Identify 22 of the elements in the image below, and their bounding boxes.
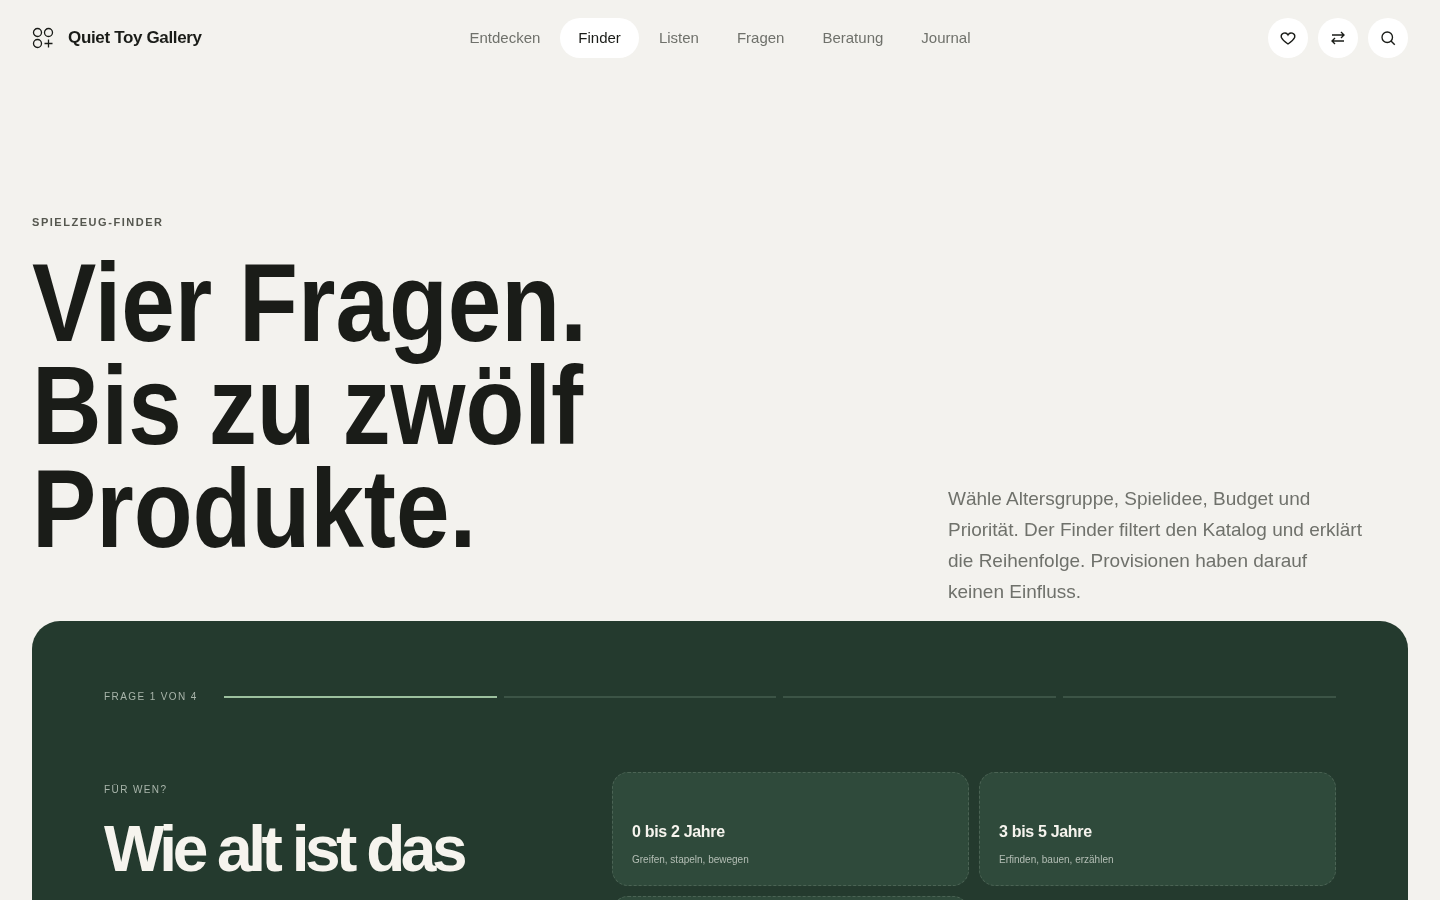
search-button[interactable] [1368, 18, 1408, 58]
section-eyebrow: SPIELZEUG-FINDER [32, 215, 165, 230]
intro-paragraph: Wähle Altersgruppe, Spielidee, Budget und Priorität. Der Finder filtert den Katalog und erklärt die Reihenfolge. Provisionen haben darauf keinen Einfluss. [948, 487, 1363, 604]
search-icon [1379, 29, 1397, 47]
compare-button[interactable] [1318, 18, 1358, 58]
logo-icon [32, 27, 54, 49]
question-title: Wie alt ist das [104, 819, 465, 879]
nav-link[interactable]: Entdecken [451, 17, 559, 59]
swap-arrows-icon [1329, 29, 1347, 47]
favorites-button[interactable] [1268, 18, 1308, 58]
nav-link[interactable]: Fragen [718, 17, 803, 59]
question-eyebrow: FÜR WEN? [104, 783, 169, 797]
nav-link[interactable]: Finder [560, 17, 639, 59]
nav-link[interactable]: Listen [640, 17, 717, 59]
hero-headline: Vier Fragen. Bis zu zwölf Produkte. [32, 250, 587, 560]
nav-link[interactable]: Journal [903, 17, 989, 59]
step-label: FRAGE 1 VON 4 [104, 690, 198, 704]
age-option-card[interactable]: 0 bis 2 Jahre Greifen, stapeln, bewegen [612, 772, 969, 886]
nav-link[interactable]: Beratung [804, 17, 902, 59]
brand-name[interactable]: Quiet Toy Gallery [68, 25, 202, 51]
age-option-card[interactable]: 3 bis 5 Jahre Erfinden, bauen, erzählen [979, 772, 1336, 886]
heart-icon [1279, 29, 1297, 47]
